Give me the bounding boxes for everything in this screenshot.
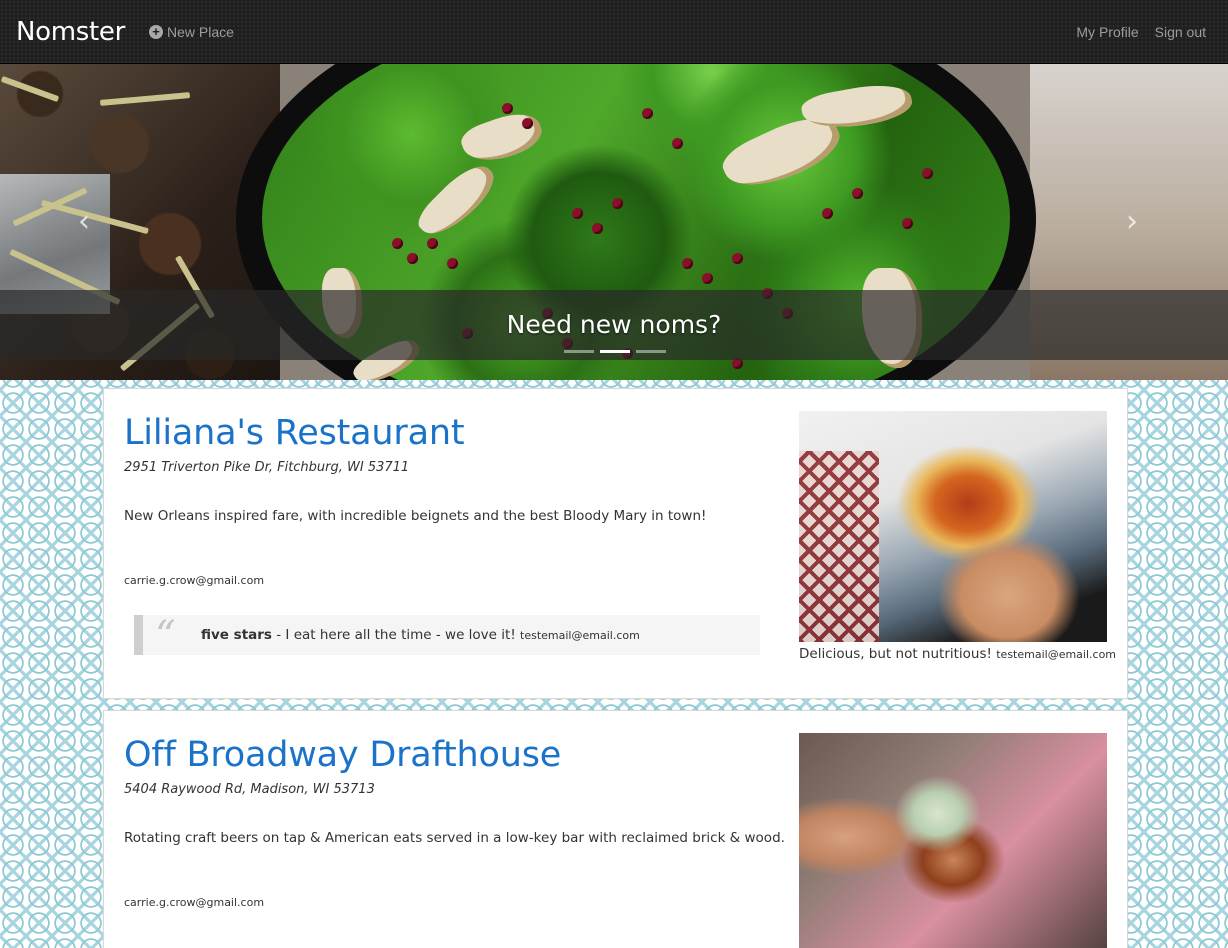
new-place-link[interactable]: + New Place (149, 24, 234, 40)
review-email: testemail@email.com (520, 629, 640, 642)
review-title: five stars (201, 627, 272, 643)
carousel-indicator-1[interactable] (564, 350, 594, 353)
place-owner-email: carrie.g.crow@gmail.com (124, 896, 265, 909)
nav-right: My Profile Sign out (1060, 24, 1206, 40)
chevron-right-icon[interactable]: › (1126, 204, 1138, 239)
navbar: Nomster + New Place My Profile Sign out (0, 0, 1228, 64)
new-place-label: New Place (167, 23, 234, 40)
my-profile-link[interactable]: My Profile (1076, 24, 1138, 40)
review-body: - I eat here all the time - we love it! (271, 627, 521, 643)
photo-caption-text: Delicious, but not nutritious! (799, 646, 997, 662)
place-description: Rotating craft beers on tap & American e… (124, 830, 785, 846)
brand-logo[interactable]: Nomster (16, 17, 125, 47)
carousel-indicators (564, 350, 666, 353)
photo-caption: Delicious, but not nutritious! testemail… (799, 646, 1116, 662)
place-card: Liliana's Restaurant 2951 Triverton Pike… (103, 388, 1128, 699)
plus-circle-icon: + (149, 24, 164, 39)
review-text: five stars - I eat here all the time - w… (201, 627, 640, 643)
place-photo (799, 733, 1107, 948)
review-quote: “ five stars - I eat here all the time -… (134, 613, 760, 659)
place-owner-email: carrie.g.crow@gmail.com (124, 574, 265, 587)
place-photo (799, 411, 1107, 642)
quote-icon: “ (155, 613, 176, 659)
carousel-caption: Need new noms? (506, 310, 722, 339)
chevron-left-icon[interactable]: ‹ (78, 204, 90, 239)
sign-out-link[interactable]: Sign out (1155, 24, 1206, 40)
place-address: 2951 Triverton Pike Dr, Fitchburg, WI 53… (124, 460, 410, 475)
photo-lattice (799, 451, 879, 642)
place-address: 5404 Raywood Rd, Madison, WI 53713 (124, 782, 375, 797)
place-card: Off Broadway Drafthouse 5404 Raywood Rd,… (103, 710, 1128, 948)
photo-caption-email: testemail@email.com (996, 648, 1117, 661)
carousel-indicator-3[interactable] (636, 350, 666, 353)
hero-carousel: ‹ › Need new noms? (0, 64, 1228, 380)
place-name-link[interactable]: Off Broadway Drafthouse (124, 735, 561, 775)
place-description: New Orleans inspired fare, with incredib… (124, 508, 707, 524)
carousel-indicator-2[interactable] (600, 350, 630, 353)
place-name-link[interactable]: Liliana's Restaurant (124, 413, 465, 453)
